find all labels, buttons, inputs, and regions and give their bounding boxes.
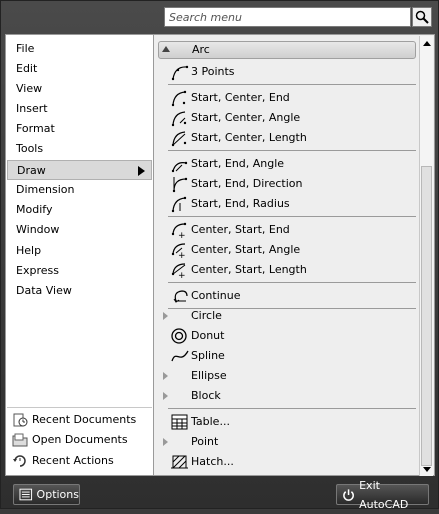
- scroll-down-button[interactable]: [420, 462, 433, 476]
- submenu-item-spline[interactable]: Spline: [158, 346, 416, 366]
- submenu-item-donut[interactable]: Donut: [158, 326, 416, 346]
- menu-item-insert[interactable]: Insert: [7, 99, 152, 119]
- separator: [168, 150, 416, 151]
- recent-documents-icon: [13, 413, 28, 427]
- recent-documents-item[interactable]: Recent Documents: [9, 410, 152, 430]
- main-menu-pane: File Edit View Insert Format Tools Draw …: [5, 34, 154, 476]
- arc-ser-icon: [171, 196, 187, 213]
- submenu-item-block[interactable]: Block: [158, 386, 416, 406]
- arc-sce-icon: [171, 90, 187, 107]
- menu-item-help[interactable]: Help: [7, 241, 152, 261]
- submenu-item-continue[interactable]: Continue: [158, 286, 416, 306]
- submenu-header-arc[interactable]: Arc: [158, 41, 416, 59]
- submenu-item-ellipse[interactable]: Ellipse: [158, 366, 416, 386]
- submenu-item-start-end-angle[interactable]: Start, End, Angle: [158, 154, 416, 174]
- arrow-down-icon: [422, 466, 431, 472]
- submenu-item-start-center-length[interactable]: Start, Center, Length: [158, 128, 416, 148]
- arc-csa-icon: +: [171, 243, 186, 259]
- search-button[interactable]: [412, 7, 432, 27]
- menu-item-modify[interactable]: Modify: [7, 200, 152, 220]
- submenu-item-hatch[interactable]: Hatch...: [158, 452, 416, 472]
- submenu-item-start-end-direction[interactable]: Start, End, Direction: [158, 174, 416, 194]
- submenu-item-circle[interactable]: Circle: [158, 306, 416, 326]
- menu-item-window[interactable]: Window: [7, 220, 152, 240]
- submenu-item-start-center-end[interactable]: Start, Center, End: [158, 88, 416, 108]
- submenu-arrow-icon: [163, 312, 168, 320]
- submenu-item-center-start-angle[interactable]: + Center, Start, Angle: [158, 240, 416, 260]
- menu-item-format[interactable]: Format: [7, 119, 152, 139]
- submenu-arrow-icon: [163, 372, 168, 380]
- submenu-item-center-start-length[interactable]: + Center, Start, Length: [158, 260, 416, 280]
- open-documents-icon: [12, 433, 28, 447]
- application-menu: File Edit View Insert Format Tools Draw …: [0, 0, 439, 511]
- arc-sed-icon: [172, 177, 188, 193]
- separator: [168, 282, 416, 283]
- options-icon: [19, 488, 33, 501]
- search-bar: [1, 1, 439, 33]
- divider: [7, 407, 152, 408]
- submenu-arrow-icon: [163, 392, 168, 400]
- spline-icon: [171, 350, 189, 362]
- footer-bar: Options Exit AutoCAD: [1, 478, 439, 511]
- svg-text:+: +: [178, 231, 186, 239]
- svg-text:+: +: [178, 271, 186, 279]
- exit-autocad-button[interactable]: Exit AutoCAD: [336, 479, 429, 511]
- submenu-pane: Arc 3 Points Start, Center, End Start, C…: [154, 34, 435, 476]
- submenu-scrollbar[interactable]: [419, 36, 433, 476]
- collapse-icon: [162, 46, 170, 52]
- submenu-item-center-start-end[interactable]: + Center, Start, End: [158, 220, 416, 240]
- menu-item-file[interactable]: File: [7, 39, 152, 59]
- menu-item-data-view[interactable]: Data View: [7, 281, 152, 301]
- menu-item-express[interactable]: Express: [7, 261, 152, 281]
- submenu-arrow-icon: [138, 166, 145, 176]
- separator: [168, 84, 416, 85]
- donut-icon: [171, 328, 187, 344]
- separator: [168, 408, 416, 409]
- arc-sea-icon: [171, 161, 188, 173]
- arc-scl-icon: [171, 131, 187, 147]
- recent-actions-item[interactable]: Recent Actions: [9, 451, 152, 471]
- arc-sca-icon: [171, 111, 187, 127]
- options-button[interactable]: Options: [13, 484, 80, 505]
- arc-continue-icon: [173, 290, 188, 303]
- submenu-item-start-center-angle[interactable]: Start, Center, Angle: [158, 108, 416, 128]
- menu-item-view[interactable]: View: [7, 79, 152, 99]
- menu-item-tools[interactable]: Tools: [7, 139, 152, 159]
- arc-3points-icon: [171, 65, 189, 81]
- menu-item-dimension[interactable]: Dimension: [7, 180, 152, 200]
- arc-csl-icon: +: [171, 263, 186, 279]
- recent-actions-icon: [13, 455, 26, 467]
- submenu-item-start-end-radius[interactable]: Start, End, Radius: [158, 194, 416, 214]
- table-icon: [171, 414, 188, 430]
- submenu-item-3-points[interactable]: 3 Points: [158, 62, 416, 82]
- submenu-arrow-icon: [163, 438, 168, 446]
- svg-text:+: +: [178, 251, 186, 259]
- power-icon: [343, 488, 354, 501]
- hatch-icon: [171, 455, 188, 469]
- open-documents-item[interactable]: Open Documents: [9, 430, 152, 450]
- arc-cse-icon: +: [171, 222, 187, 239]
- arrow-up-icon: [422, 40, 431, 46]
- menu-item-edit[interactable]: Edit: [7, 59, 152, 79]
- separator: [168, 216, 416, 217]
- submenu-item-point[interactable]: Point: [158, 432, 416, 452]
- search-input[interactable]: [164, 7, 411, 27]
- scroll-thumb[interactable]: [421, 166, 432, 466]
- submenu-item-table[interactable]: Table...: [158, 412, 416, 432]
- scroll-up-button[interactable]: [420, 36, 433, 50]
- menu-item-draw[interactable]: Draw: [7, 160, 152, 180]
- search-icon: [415, 10, 429, 24]
